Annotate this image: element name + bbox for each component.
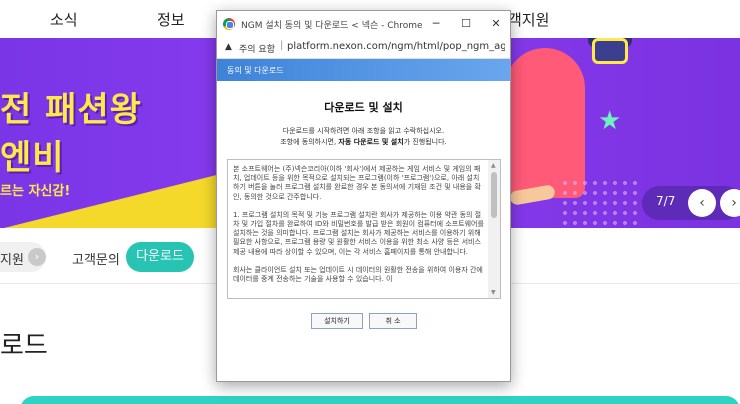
- scroll-thumb[interactable]: [491, 172, 497, 218]
- desc-text-pre: 조항에 동의하시면,: [280, 138, 339, 146]
- warning-icon: ▲: [225, 42, 232, 52]
- terms-paragraph: 1. 프로그램 설치의 목적 및 기능 프로그램 설치란 회사가 제공하는 이용…: [233, 210, 484, 256]
- banner-subtitle: 르는 자신감!: [0, 184, 71, 199]
- terms-paragraph: 본 소프트웨어는 (주)넥슨코리아(이하 '회사')에서 제공하는 게임 서비스…: [233, 165, 481, 201]
- nav-support[interactable]: 객지원: [508, 9, 549, 30]
- scroll-down-icon[interactable]: ▼: [491, 289, 496, 296]
- terms-scrollbar[interactable]: ▲ ▼: [488, 160, 500, 298]
- install-button[interactable]: 설치하기: [311, 313, 363, 329]
- popup-header: 동의 및 다운로드: [217, 59, 510, 81]
- chevron-right-icon[interactable]: ›: [28, 248, 46, 266]
- section-title: 로드: [0, 331, 48, 361]
- banner-title: 전 패션왕: [0, 90, 142, 130]
- star-icon: ★: [598, 106, 622, 136]
- pager-current: 7: [656, 194, 664, 208]
- popup-header-label: 동의 및 다운로드: [227, 66, 284, 75]
- pager-total: 7: [667, 194, 676, 208]
- chrome-icon: [223, 18, 235, 30]
- window-titlebar[interactable]: NGM 설치 동의 및 다운로드 < 넥슨 - Chrome ─ ☐ ✕: [217, 11, 510, 37]
- url-text[interactable]: platform.nexon.com/ngm/html/pop_ngm_agre…: [287, 41, 505, 52]
- desc-text-post: 가 진행됩니다.: [403, 138, 447, 146]
- dot-pattern: [560, 178, 640, 228]
- desc-text-bold: 자동 다운로드 및 설치: [338, 138, 404, 146]
- window-title: NGM 설치 동의 및 다운로드 < 넥슨 - Chrome: [241, 21, 423, 31]
- cancel-button[interactable]: 취 소: [369, 313, 417, 329]
- nav-info[interactable]: 정보: [157, 9, 185, 30]
- terms-paragraph: 회사는 클라이언트 설치 또는 업데이트 시 데이터의 원활한 전송을 위하여 …: [233, 265, 483, 284]
- subnav-support-label: 지원: [0, 253, 24, 268]
- spotlight-lamp: [592, 38, 628, 64]
- nav-news[interactable]: 소식: [50, 9, 78, 30]
- scroll-up-icon[interactable]: ▲: [491, 162, 496, 169]
- chrome-popup-window: NGM 설치 동의 및 다운로드 < 넥슨 - Chrome ─ ☐ ✕ ▲ 주…: [216, 10, 511, 382]
- subnav-inquiry-link[interactable]: 고객문의: [72, 249, 120, 268]
- dialog-description-1: 다운로드를 시작하려면 아래 조항을 읽고 수락하십시오.: [282, 127, 445, 135]
- dialog-title: 다운로드 및 설치: [324, 101, 403, 114]
- pager-next-button[interactable]: ›: [720, 189, 740, 217]
- dialog-description-2: 조항에 동의하시면, 자동 다운로드 및 설치가 진행됩니다.: [217, 137, 510, 147]
- banner-title-2: 엔비: [0, 138, 65, 178]
- pager-count: 7/7: [656, 194, 676, 208]
- terms-text: 본 소프트웨어는 (주)넥슨코리아(이하 '회사')에서 제공하는 게임 서비스…: [233, 165, 485, 293]
- address-bar[interactable]: ▲ 주의 요함 | platform.nexon.com/ngm/html/po…: [217, 37, 510, 59]
- pager-prev-button[interactable]: ‹: [688, 189, 716, 217]
- not-secure-label: 주의 요함: [239, 45, 275, 55]
- minimize-button[interactable]: ─: [427, 15, 445, 33]
- address-divider: |: [280, 40, 284, 51]
- teal-content-bar: [20, 396, 740, 404]
- close-button[interactable]: ✕: [487, 15, 505, 33]
- terms-textarea[interactable]: 본 소프트웨어는 (주)넥슨코리아(이하 '회사')에서 제공하는 게임 서비스…: [227, 159, 501, 299]
- subnav-download-tab[interactable]: 다운로드: [126, 242, 194, 272]
- mascot-image: [505, 48, 585, 198]
- maximize-button[interactable]: ☐: [457, 15, 475, 33]
